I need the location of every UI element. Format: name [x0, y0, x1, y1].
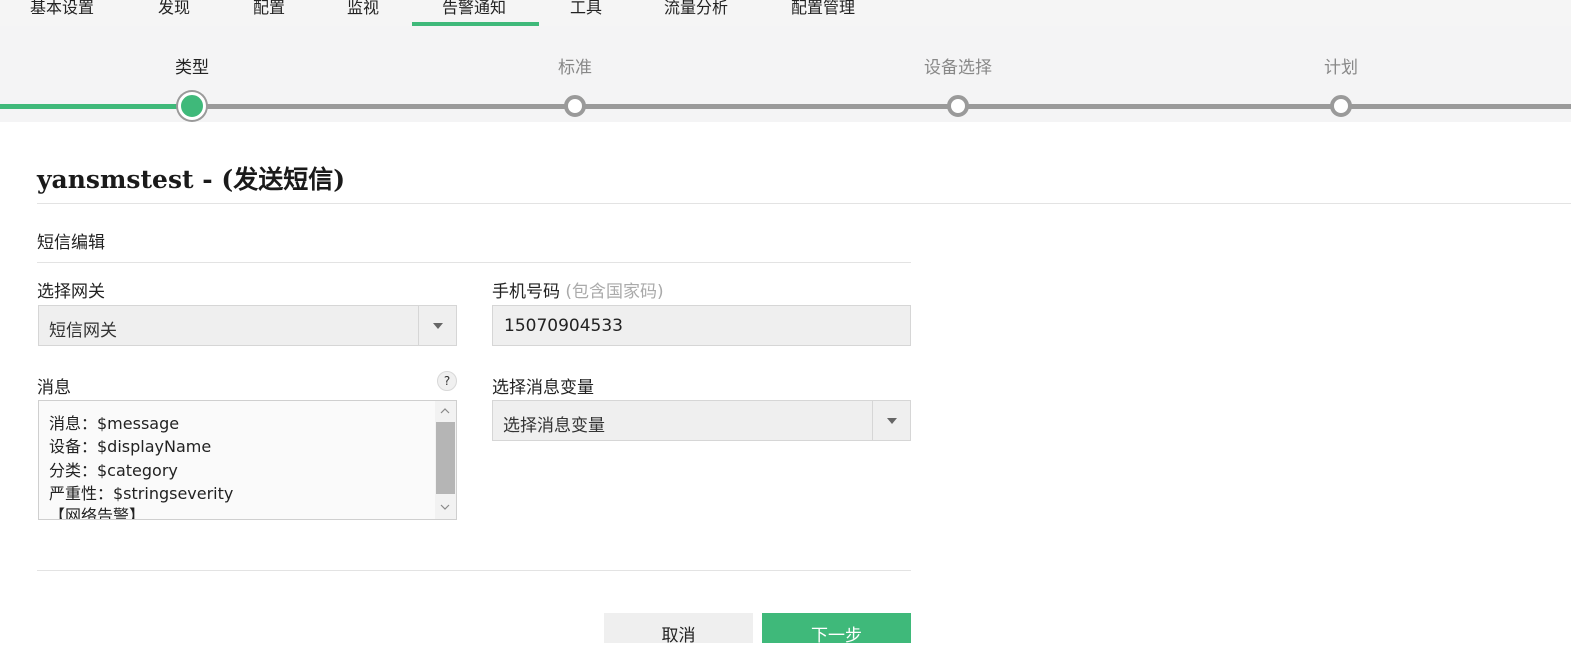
cancel-button[interactable]: 取消: [604, 613, 753, 646]
stepper-remaining-line: [192, 104, 1571, 109]
message-line: 严重性：$stringseverity: [49, 484, 234, 503]
chevron-down-icon: [433, 323, 443, 329]
textarea-scrollbar[interactable]: [435, 401, 456, 519]
message-line: 分类：$category: [49, 461, 178, 480]
tab-traffic-analysis[interactable]: 流量分析: [664, 0, 728, 18]
message-line: 【网络告警】: [49, 506, 146, 520]
variable-label: 选择消息变量: [492, 378, 594, 398]
tab-configuration[interactable]: 配置: [253, 0, 285, 18]
chevron-down-icon[interactable]: [440, 502, 450, 512]
gateway-select[interactable]: 短信网关: [38, 305, 457, 346]
phone-label-hint: (包含国家码): [565, 282, 664, 302]
tab-monitor[interactable]: 监视: [347, 0, 379, 18]
top-navigation: 基本设置 发现 配置 监视 告警通知 工具 流量分析 配置管理: [0, 0, 1571, 26]
tab-tools[interactable]: 工具: [570, 0, 602, 18]
tab-config-management[interactable]: 配置管理: [791, 0, 855, 18]
chevron-up-icon[interactable]: [440, 406, 450, 416]
phone-label-text: 手机号码: [492, 282, 560, 302]
message-line: 设备：$displayName: [49, 437, 212, 456]
message-textarea[interactable]: 消息：$message 设备：$displayName 分类：$category…: [38, 400, 457, 520]
phone-label: 手机号码 (包含国家码): [492, 277, 664, 302]
step-label-device-selection[interactable]: 设备选择: [924, 53, 992, 78]
step-label-type[interactable]: 类型: [175, 53, 209, 78]
stepper-progress-line: [0, 104, 192, 109]
step-dot-schedule[interactable]: [1330, 95, 1352, 117]
chevron-down-icon: [887, 418, 897, 424]
help-icon[interactable]: ?: [437, 371, 457, 391]
section-divider: [37, 262, 911, 263]
step-label-schedule[interactable]: 计划: [1324, 53, 1358, 78]
tab-discovery[interactable]: 发现: [158, 0, 190, 18]
title-divider: [37, 203, 1571, 204]
message-label: 消息: [37, 378, 71, 398]
scrollbar-thumb[interactable]: [436, 422, 455, 494]
section-title: 短信编辑: [37, 233, 105, 253]
tab-alert-notification[interactable]: 告警通知: [442, 0, 506, 18]
message-line: 消息：$message: [49, 414, 180, 433]
step-dot-criteria[interactable]: [564, 95, 586, 117]
step-label-criteria[interactable]: 标准: [558, 53, 592, 78]
step-dot-device-selection[interactable]: [947, 95, 969, 117]
page-title: yansmstest - (发送短信): [37, 165, 346, 194]
variable-select[interactable]: 选择消息变量: [492, 400, 911, 441]
gateway-dropdown-toggle[interactable]: [418, 306, 456, 345]
tab-basic-settings[interactable]: 基本设置: [30, 0, 94, 18]
gateway-select-value: 短信网关: [49, 321, 117, 341]
footer-divider: [37, 570, 911, 571]
gateway-label: 选择网关: [37, 282, 105, 302]
variable-select-value: 选择消息变量: [503, 416, 605, 436]
variable-dropdown-toggle[interactable]: [872, 401, 910, 440]
step-dot-type[interactable]: [178, 92, 206, 120]
next-button[interactable]: 下一步: [762, 613, 911, 646]
phone-input[interactable]: 15070904533: [492, 305, 911, 346]
